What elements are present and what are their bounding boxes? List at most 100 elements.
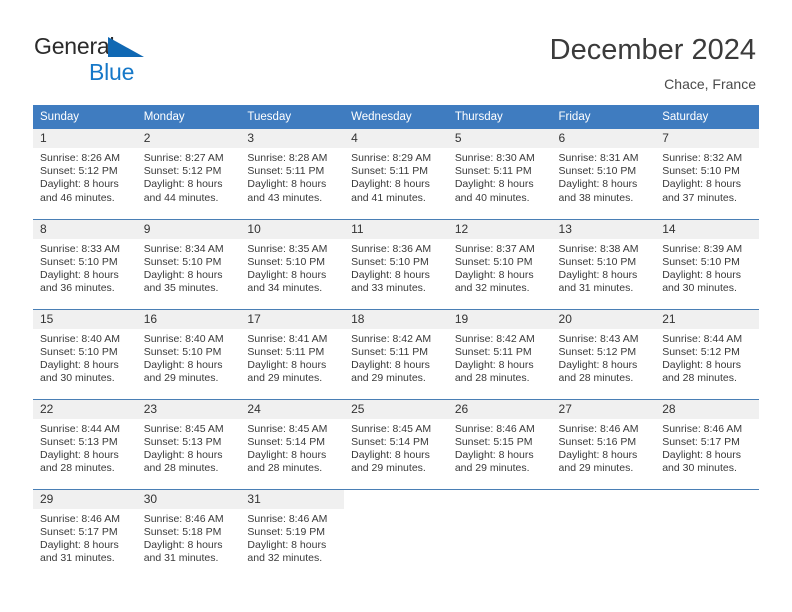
calendar-day-cell[interactable]: 4 Sunrise: 8:29 AM Sunset: 5:11 PM Daylight… [344, 129, 448, 219]
calendar-day[interactable]: 26 Sunrise: 8:46 AM Sunset: 5:15 PM Dayligh… [447, 399, 552, 489]
calendar-day[interactable]: 5 Sunrise: 8:30 AM Sunset: 5:11 PM Daylight… [447, 129, 552, 218]
sunrise-text: Sunrise: 8:30 AM [454, 152, 535, 164]
calendar-day-cell[interactable]: 20 Sunrise: 8:43 AM Sunset: 5:12 PM Dayligh… [551, 308, 656, 399]
sunset-text: Sunset: 5:11 PM [454, 165, 532, 178]
brand-logo[interactable]: General Blue [34, 33, 254, 88]
calendar-day[interactable]: 24 Sunrise: 8:45 AM Sunset: 5:14 PM Dayligh… [240, 399, 345, 489]
calendar-day-cell[interactable]: 18 Sunrise: 8:42 AM Sunset: 5:11 PM Dayligh… [344, 308, 448, 399]
calendar-day-cell[interactable] [551, 488, 656, 579]
calendar-day-cell[interactable]: 3 Sunrise: 8:28 AM Sunset: 5:11 PM Daylight… [240, 129, 345, 219]
calendar-day-cell[interactable]: 30 Sunrise: 8:46 AM Sunset: 5:18 PM Dayligh… [136, 488, 241, 579]
sunset-text: Sunset: 5:14 PM [351, 435, 429, 448]
calendar-day[interactable]: 11 Sunrise: 8:36 AM Sunset: 5:10 PM Dayligh… [344, 219, 448, 309]
calendar-day[interactable]: 4 Sunrise: 8:29 AM Sunset: 5:11 PM Daylight… [344, 129, 448, 218]
sunset-text: Sunset: 5:15 PM [454, 435, 533, 448]
sunrise-text: Sunrise: 8:34 AM [143, 242, 224, 255]
sunset-text: Sunset: 5:11 PM [247, 345, 325, 358]
calendar-day[interactable]: 12 Sunrise: 8:37 AM Sunset: 5:10 PM Dayligh… [447, 219, 552, 309]
calendar-day-cell[interactable]: 12 Sunrise: 8:37 AM Sunset: 5:10 PM Dayligh… [447, 218, 552, 309]
calendar-day[interactable]: 7 Sunrise: 8:32 AM Sunset: 5:10 PM Daylight… [655, 129, 759, 218]
calendar-day[interactable]: 23 Sunrise: 8:45 AM Sunset: 5:13 PM Dayligh… [136, 399, 241, 489]
calendar-day[interactable]: 14 Sunrise: 8:39 AM Sunset: 5:10 PM Dayligh… [655, 219, 759, 309]
calendar-day[interactable]: 31 Sunrise: 8:46 AM Sunset: 5:19 PM Dayligh… [240, 489, 345, 579]
calendar-day[interactable]: 13 Sunrise: 8:38 AM Sunset: 5:10 PM Dayligh… [551, 219, 656, 309]
calendar-day-cell[interactable] [344, 488, 448, 579]
calendar-day-cell[interactable]: 29 Sunrise: 8:46 AM Sunset: 5:17 PM Dayligh… [33, 488, 137, 579]
day-details: Sunrise: 8:46 AM Sunset: 5:18 PM Daylight:… [137, 509, 241, 566]
day-number: 8 [33, 219, 137, 239]
day-details: Sunrise: 8:30 AM Sunset: 5:11 PM Daylight:… [448, 148, 552, 205]
daylight-text-line1: Daylight: 8 hours [143, 358, 223, 371]
calendar-day-cell[interactable]: 5 Sunrise: 8:30 AM Sunset: 5:11 PM Daylight… [447, 129, 552, 219]
calendar-day-cell[interactable]: 17 Sunrise: 8:41 AM Sunset: 5:11 PM Dayligh… [240, 308, 345, 399]
calendar-day-cell[interactable]: 25 Sunrise: 8:45 AM Sunset: 5:14 PM Dayligh… [344, 398, 448, 489]
sunrise-text: Sunrise: 8:35 AM [247, 242, 328, 255]
calendar-day[interactable]: 9 Sunrise: 8:34 AM Sunset: 5:10 PM Daylight… [136, 219, 241, 309]
calendar-day-cell[interactable]: 28 Sunrise: 8:46 AM Sunset: 5:17 PM Dayligh… [655, 398, 759, 489]
calendar-day-cell[interactable]: 24 Sunrise: 8:45 AM Sunset: 5:14 PM Dayligh… [240, 398, 345, 489]
calendar-day[interactable]: 1 Sunrise: 8:26 AM Sunset: 5:12 PM Daylight… [33, 129, 137, 218]
daylight-text-line1: Daylight: 8 hours [247, 448, 327, 461]
daylight-text-line1: Daylight: 8 hours [351, 448, 430, 461]
calendar-day-cell[interactable]: 11 Sunrise: 8:36 AM Sunset: 5:10 PM Dayligh… [344, 218, 448, 309]
calendar-day[interactable]: 29 Sunrise: 8:46 AM Sunset: 5:17 PM Dayligh… [33, 489, 137, 579]
calendar-day[interactable]: 10 Sunrise: 8:35 AM Sunset: 5:10 PM Dayligh… [240, 219, 345, 309]
calendar-day-cell[interactable]: 16 Sunrise: 8:40 AM Sunset: 5:10 PM Dayligh… [136, 308, 241, 399]
calendar-day[interactable]: 17 Sunrise: 8:41 AM Sunset: 5:11 PM Dayligh… [240, 309, 345, 399]
calendar-day[interactable]: 25 Sunrise: 8:45 AM Sunset: 5:14 PM Dayligh… [344, 399, 448, 489]
calendar-day[interactable]: 3 Sunrise: 8:28 AM Sunset: 5:11 PM Daylight… [240, 129, 345, 218]
calendar-day-cell[interactable]: 2 Sunrise: 8:27 AM Sunset: 5:12 PM Daylight… [136, 129, 241, 219]
calendar-day-cell[interactable]: 15 Sunrise: 8:40 AM Sunset: 5:10 PM Dayligh… [33, 308, 137, 399]
calendar-day-cell[interactable]: 13 Sunrise: 8:38 AM Sunset: 5:10 PM Dayligh… [551, 218, 656, 309]
calendar-day[interactable]: 16 Sunrise: 8:40 AM Sunset: 5:10 PM Dayligh… [136, 309, 241, 399]
calendar-day-cell[interactable]: 7 Sunrise: 8:32 AM Sunset: 5:10 PM Daylight… [655, 129, 759, 219]
calendar-day-cell[interactable] [655, 488, 759, 579]
calendar-day-cell[interactable]: 21 Sunrise: 8:44 AM Sunset: 5:12 PM Dayligh… [655, 308, 759, 399]
calendar-day-cell[interactable]: 10 Sunrise: 8:35 AM Sunset: 5:10 PM Dayligh… [240, 218, 345, 309]
calendar-day[interactable]: 19 Sunrise: 8:42 AM Sunset: 5:11 PM Dayligh… [447, 309, 552, 399]
calendar-day[interactable]: 6 Sunrise: 8:31 AM Sunset: 5:10 PM Daylight… [551, 129, 656, 218]
sunrise-text: Sunrise: 8:46 AM [143, 512, 224, 525]
calendar-day[interactable]: 30 Sunrise: 8:46 AM Sunset: 5:18 PM Dayligh… [136, 489, 241, 579]
day-details: Sunrise: 8:37 AM Sunset: 5:10 PM Daylight:… [448, 239, 552, 296]
day-number: 10 [240, 219, 345, 239]
calendar-day[interactable]: 27 Sunrise: 8:46 AM Sunset: 5:16 PM Dayligh… [551, 399, 656, 489]
daylight-text-line1: Daylight: 8 hours [40, 448, 119, 461]
calendar-day[interactable]: 8 Sunrise: 8:33 AM Sunset: 5:10 PM Daylight… [33, 219, 137, 309]
calendar-day[interactable]: 2 Sunrise: 8:27 AM Sunset: 5:12 PM Daylight… [136, 129, 241, 218]
daylight-text-line1: Daylight: 8 hours [247, 268, 327, 281]
sunrise-text: Sunrise: 8:28 AM [247, 152, 328, 164]
calendar-day-cell[interactable]: 26 Sunrise: 8:46 AM Sunset: 5:15 PM Dayligh… [447, 398, 552, 489]
calendar-day[interactable]: 20 Sunrise: 8:43 AM Sunset: 5:12 PM Dayligh… [551, 309, 656, 399]
calendar-day-cell[interactable]: 19 Sunrise: 8:42 AM Sunset: 5:11 PM Dayligh… [447, 308, 552, 399]
sunset-text: Sunset: 5:10 PM [143, 255, 222, 268]
sunset-text: Sunset: 5:12 PM [558, 345, 637, 358]
daylight-text-line1: Daylight: 8 hours [558, 448, 638, 461]
calendar-day-cell[interactable]: 27 Sunrise: 8:46 AM Sunset: 5:16 PM Dayligh… [551, 398, 656, 489]
sunset-text: Sunset: 5:12 PM [662, 345, 740, 358]
sunset-text: Sunset: 5:10 PM [247, 255, 326, 268]
day-details: Sunrise: 8:32 AM Sunset: 5:10 PM Daylight:… [655, 148, 759, 205]
calendar-day[interactable]: 15 Sunrise: 8:40 AM Sunset: 5:10 PM Dayligh… [33, 309, 137, 399]
calendar-day[interactable]: 21 Sunrise: 8:44 AM Sunset: 5:12 PM Dayligh… [655, 309, 759, 399]
calendar-day-cell[interactable]: 31 Sunrise: 8:46 AM Sunset: 5:19 PM Dayligh… [240, 488, 345, 579]
day-details: Sunrise: 8:31 AM Sunset: 5:10 PM Daylight:… [552, 148, 656, 205]
brand-logo-top: General [34, 33, 254, 59]
calendar-page: General Blue December 2024 Chace, France… [0, 0, 792, 612]
day-number: 18 [344, 309, 448, 329]
calendar-day[interactable]: 22 Sunrise: 8:44 AM Sunset: 5:13 PM Dayligh… [33, 399, 137, 489]
calendar-day-cell[interactable]: 8 Sunrise: 8:33 AM Sunset: 5:10 PM Daylight… [33, 218, 137, 309]
calendar-day-cell[interactable]: 6 Sunrise: 8:31 AM Sunset: 5:10 PM Daylight… [551, 129, 656, 219]
calendar-day-cell[interactable]: 14 Sunrise: 8:39 AM Sunset: 5:10 PM Dayligh… [655, 218, 759, 309]
calendar-day-cell[interactable]: 22 Sunrise: 8:44 AM Sunset: 5:13 PM Dayligh… [33, 398, 137, 489]
calendar-day-cell[interactable]: 23 Sunrise: 8:45 AM Sunset: 5:13 PM Dayligh… [136, 398, 241, 489]
calendar-day-cell[interactable]: 9 Sunrise: 8:34 AM Sunset: 5:10 PM Daylight… [136, 218, 241, 309]
weekday-header-sunday: Sunday [33, 105, 137, 129]
calendar-day[interactable]: 18 Sunrise: 8:42 AM Sunset: 5:11 PM Dayligh… [344, 309, 448, 399]
calendar-day[interactable]: 28 Sunrise: 8:46 AM Sunset: 5:17 PM Dayligh… [655, 399, 759, 489]
calendar-day-cell[interactable]: 1 Sunrise: 8:26 AM Sunset: 5:12 PM Daylight… [33, 129, 137, 219]
calendar-day-cell[interactable] [447, 488, 552, 579]
brand-name-secondary: Blue [89, 59, 135, 85]
day-details: Sunrise: 8:43 AM Sunset: 5:12 PM Daylight:… [552, 329, 656, 386]
sunrise-text: Sunrise: 8:40 AM [143, 332, 224, 345]
